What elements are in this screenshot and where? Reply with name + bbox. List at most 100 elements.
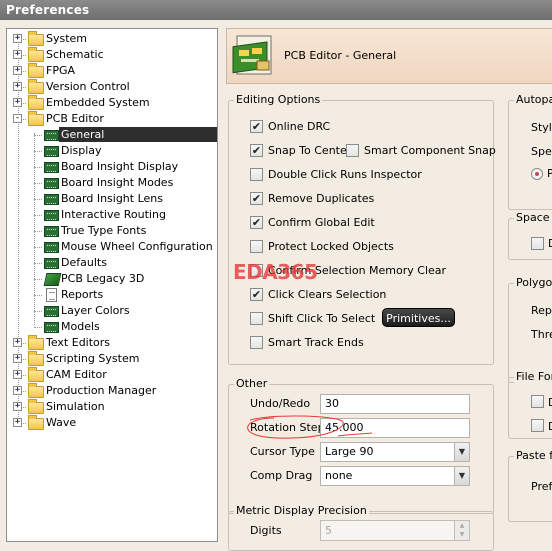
expand-toggle-icon[interactable]: - [13,114,22,123]
tree-item-general[interactable]: General [7,127,217,143]
shift-click-to-select-checkbox[interactable] [250,312,263,325]
window-title: Preferences [0,0,552,20]
tree-item-scripting-system[interactable]: + Scripting System [7,351,217,367]
tree-item-reports[interactable]: Reports [7,287,217,303]
tree-item-label: Version Control [46,80,130,93]
cursor-type-select[interactable]: Large 90 ▼ [320,442,470,462]
expand-toggle-icon[interactable]: + [13,50,22,59]
folder-icon [28,63,44,78]
expand-toggle-icon[interactable]: + [13,66,22,75]
legacy-3d-icon [43,273,62,286]
tree-item-mouse-wheel-configuration[interactable]: Mouse Wheel Configuration [7,239,217,255]
tree-item-fpga[interactable]: + FPGA [7,63,217,79]
folder-icon [28,79,44,94]
remove-duplicates-checkbox[interactable]: ✔ [250,192,263,205]
digits-label: Digits [250,524,282,537]
protect-locked-objects-checkbox[interactable] [250,240,263,253]
confirm-global-edit-checkbox[interactable]: ✔ [250,216,263,229]
preferences-tree[interactable]: + System + Schematic + FPGA + Version Control + E… [6,28,218,542]
tree-item-pcb-legacy-3d[interactable]: PCB Legacy 3D [7,271,217,287]
tree-item-defaults[interactable]: Defaults [7,255,217,271]
tree-item-label: Reports [61,288,104,301]
tree-item-schematic[interactable]: + Schematic [7,47,217,63]
editing-options-title: Editing Options [234,93,323,107]
pcb-chip-icon [44,130,59,141]
folder-icon [28,367,44,382]
pcb-chip-icon [44,226,59,237]
smart-track-ends-checkbox[interactable] [250,336,263,349]
expand-toggle-icon[interactable]: + [13,386,22,395]
tree-item-label: Defaults [61,256,107,269]
tree-item-board-insight-display[interactable]: Board Insight Display [7,159,217,175]
file-format-checkbox-2[interactable] [531,419,544,432]
tree-item-label: PCB Editor [46,112,104,125]
file-format-checkbox-1[interactable] [531,395,544,408]
confirm-global-edit-label: Confirm Global Edit [268,216,375,229]
tree-item-label: FPGA [46,64,76,77]
undo-redo-input[interactable]: 30 [320,394,470,414]
tree-item-version-control[interactable]: + Version Control [7,79,217,95]
folder-icon [28,383,44,398]
radio-button[interactable] [531,168,543,180]
expand-toggle-icon[interactable]: + [13,418,22,427]
tree-item-models[interactable]: Models [7,319,217,335]
tree-item-system[interactable]: + System [7,31,217,47]
shift-click-to-select-label: Shift Click To Select [268,312,376,325]
primitives-button[interactable]: Primitives... [382,308,455,327]
tree-item-wave[interactable]: + Wave [7,415,217,431]
double-click-runs-inspector-checkbox[interactable] [250,168,263,181]
digits-spinner[interactable]: 5 ▲ ▼ [320,520,470,541]
tree-item-display[interactable]: Display [7,143,217,159]
click-clears-selection-label: Click Clears Selection [268,288,387,301]
tree-item-label: Scripting System [46,352,140,365]
digits-value: 5 [325,524,332,537]
snap-to-center-label: Snap To Center [268,144,352,157]
click-clears-selection-checkbox[interactable]: ✔ [250,288,263,301]
tree-item-production-manager[interactable]: + Production Manager [7,383,217,399]
tree-item-label: Simulation [46,400,105,413]
file-format-group: File For [508,370,552,439]
chevron-down-icon[interactable]: ▼ [454,443,469,461]
snap-to-center-checkbox[interactable]: ✔ [250,144,263,157]
threshold-label: Thre [531,328,552,341]
other-title: Other [234,377,270,391]
space-check-label: D [548,237,552,250]
tree-item-layer-colors[interactable]: Layer Colors [7,303,217,319]
expand-toggle-icon[interactable]: + [13,34,22,43]
tree-item-simulation[interactable]: + Simulation [7,399,217,415]
folder-icon [28,351,44,366]
tree-item-board-insight-modes[interactable]: Board Insight Modes [7,175,217,191]
expand-toggle-icon[interactable]: + [13,98,22,107]
folder-icon [28,399,44,414]
tree-item-pcb-editor[interactable]: - PCB Editor [7,111,217,127]
tree-item-text-editors[interactable]: + Text Editors [7,335,217,351]
expand-toggle-icon[interactable]: + [13,370,22,379]
pcb-chip-icon [44,242,59,253]
tree-item-label: Interactive Routing [61,208,166,221]
folder-icon [28,31,44,46]
tree-item-embedded-system[interactable]: + Embedded System [7,95,217,111]
space-checkbox[interactable] [531,237,544,250]
autopan-style-label: Style [531,121,552,134]
smart-component-snap-checkbox[interactable] [346,144,359,157]
tree-item-true-type-fonts[interactable]: True Type Fonts [7,223,217,239]
chevron-down-icon[interactable]: ▼ [454,467,469,485]
pcb-chip-icon [44,210,59,221]
spin-down-icon[interactable]: ▼ [454,530,469,540]
tree-item-interactive-routing[interactable]: Interactive Routing [7,207,217,223]
tree-item-board-insight-lens[interactable]: Board Insight Lens [7,191,217,207]
comp-drag-select[interactable]: none ▼ [320,466,470,486]
polygon-title: Polygon [514,276,552,290]
pcb-chip-icon [44,146,59,157]
expand-toggle-icon[interactable]: + [13,338,22,347]
expand-toggle-icon[interactable]: + [13,402,22,411]
folder-open-icon [28,111,44,126]
comp-drag-label: Comp Drag [250,469,313,482]
online-drc-checkbox[interactable]: ✔ [250,120,263,133]
tree-item-cam-editor[interactable]: + CAM Editor [7,367,217,383]
tree-item-label: System [46,32,88,45]
expand-toggle-icon[interactable]: + [13,354,22,363]
expand-toggle-icon[interactable]: + [13,82,22,91]
pcb-chip-icon [44,162,59,173]
tree-item-label: Models [61,320,100,333]
